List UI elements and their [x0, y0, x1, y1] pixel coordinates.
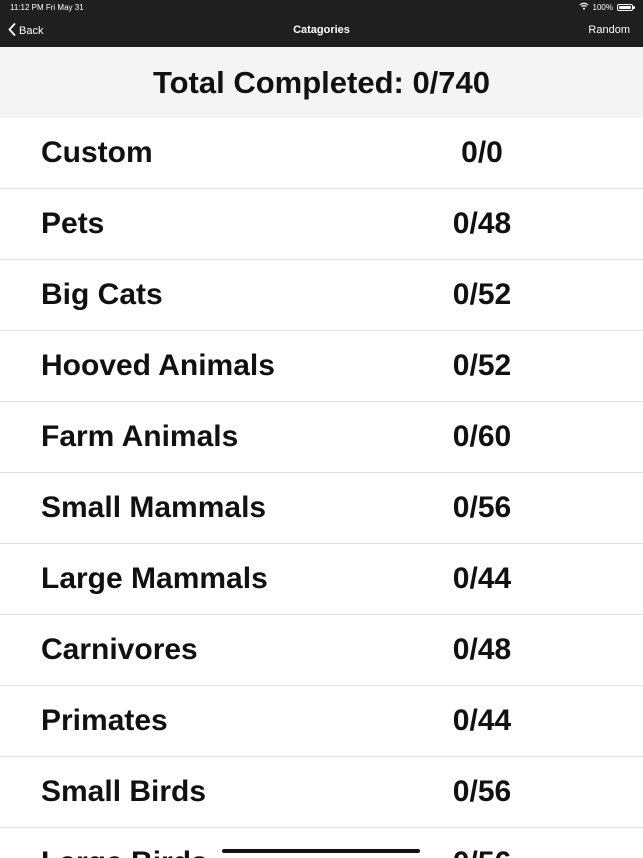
category-name: Small Mammals — [41, 491, 267, 524]
category-count: 0/44 — [452, 704, 512, 737]
category-count: 0/48 — [452, 633, 512, 666]
category-name: Primates — [41, 704, 168, 737]
category-name: Large Mammals — [41, 562, 268, 595]
category-row[interactable]: Large Mammals 0/44 — [0, 544, 643, 615]
category-row[interactable]: Small Mammals 0/56 — [0, 473, 643, 544]
page-title: Catagories — [293, 24, 350, 36]
category-name: Carnivores — [41, 633, 198, 666]
category-name: Hooved Animals — [41, 349, 275, 382]
category-name: Small Birds — [41, 775, 207, 808]
wifi-icon — [579, 2, 589, 12]
navigation-bar: 11:12 PM Fri May 31 100% Back Catagories… — [0, 0, 643, 47]
random-button[interactable]: Random — [588, 24, 630, 36]
category-row[interactable]: Large Birds 0/56 — [0, 828, 643, 858]
category-name: Custom — [41, 136, 153, 169]
total-completed-header: Total Completed: 0/740 — [0, 47, 643, 118]
category-name: Large Birds — [41, 828, 208, 858]
category-name: Big Cats — [41, 278, 163, 311]
status-time: 11:12 PM Fri May 31 — [10, 3, 84, 12]
battery-fill — [619, 5, 631, 9]
category-name: Farm Animals — [41, 420, 239, 453]
category-row[interactable]: Small Birds 0/56 — [0, 757, 643, 828]
category-row[interactable]: Hooved Animals 0/52 — [0, 331, 643, 402]
category-count: 0/52 — [452, 278, 512, 311]
category-name: Pets — [41, 207, 105, 240]
category-row[interactable]: Farm Animals 0/60 — [0, 402, 643, 473]
battery-percent: 100% — [592, 2, 613, 12]
category-count: 0/52 — [452, 349, 512, 382]
category-count: 0/56 — [452, 491, 512, 524]
category-count: 0/56 — [402, 828, 562, 858]
battery-icon — [617, 3, 635, 11]
category-row[interactable]: Carnivores 0/48 — [0, 615, 643, 686]
category-count: 0/44 — [452, 562, 512, 595]
category-count: 0/60 — [452, 420, 512, 453]
category-count: 0/0 — [461, 136, 503, 169]
category-count: 0/56 — [452, 775, 512, 808]
home-indicator[interactable] — [222, 849, 420, 853]
category-row[interactable]: Custom 0/0 — [0, 118, 643, 189]
category-row[interactable]: Big Cats 0/52 — [0, 260, 643, 331]
category-row[interactable]: Primates 0/44 — [0, 686, 643, 757]
category-list[interactable]: Custom 0/0 Pets 0/48 Big Cats 0/52 Hooved Anim… — [0, 118, 643, 858]
category-count: 0/48 — [452, 207, 512, 240]
status-indicators: 100% — [579, 2, 635, 12]
category-row[interactable]: Pets 0/48 — [0, 189, 643, 260]
